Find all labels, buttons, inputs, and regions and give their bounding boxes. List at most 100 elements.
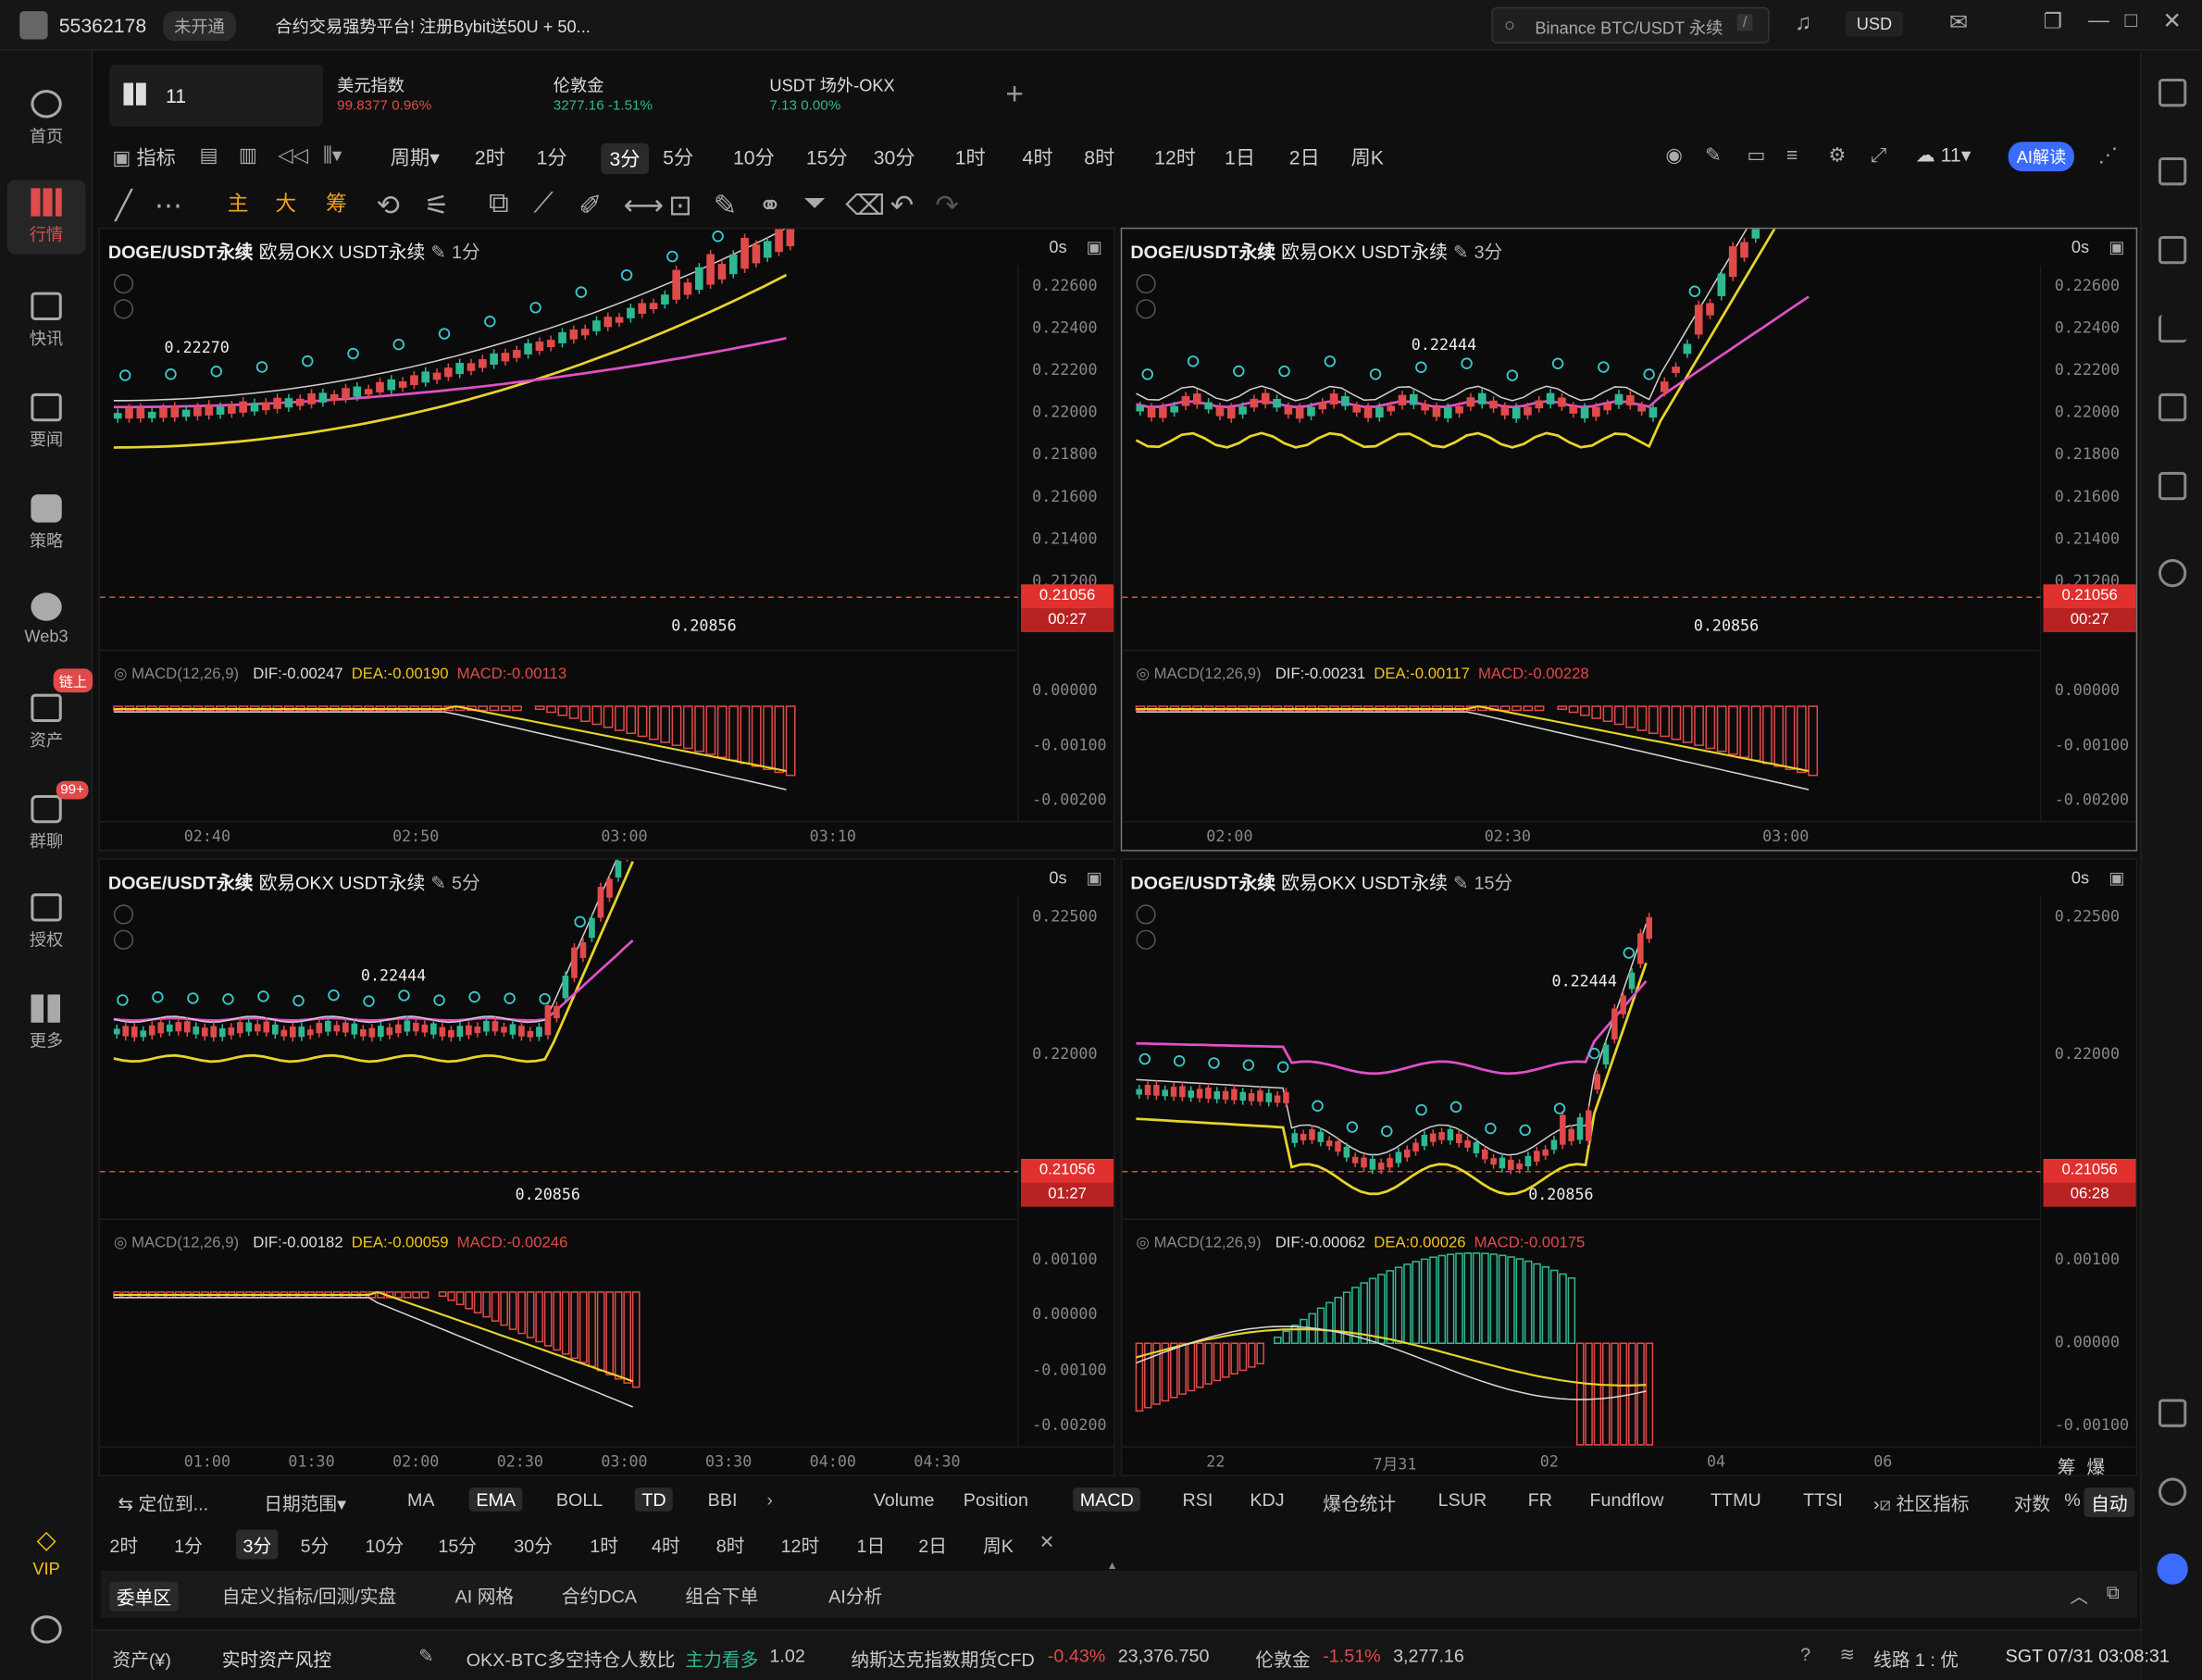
indicator-button[interactable]: ▣ 指标: [112, 143, 175, 171]
settings-icon[interactable]: ⚙: [1828, 143, 1846, 168]
interval-0[interactable]: 2时: [475, 143, 505, 171]
bottom-interval-8[interactable]: 4时: [652, 1531, 680, 1558]
compare-icon[interactable]: ▥: [239, 143, 257, 168]
tab-gold[interactable]: 伦敦金 3277.16 -1.51%: [554, 65, 750, 127]
bell-icon[interactable]: ♫: [1795, 11, 1811, 36]
chip-button[interactable]: 筹: [326, 188, 347, 218]
nav-settings[interactable]: [0, 1615, 93, 1649]
chart-canvas[interactable]: [99, 859, 1115, 1476]
main-indicator-0[interactable]: MA: [407, 1489, 435, 1511]
line-tool-icon[interactable]: ╱: [115, 188, 131, 223]
bottom-interval-4[interactable]: 10分: [365, 1531, 404, 1558]
sub-indicator-2[interactable]: MACD: [1073, 1487, 1141, 1512]
order-tab-2[interactable]: AI 网格: [455, 1582, 515, 1609]
expand-icon[interactable]: [1136, 929, 1156, 950]
sub-indicator-4[interactable]: KDJ: [1250, 1489, 1284, 1511]
nav-vip[interactable]: ◇ VIP: [0, 1525, 93, 1579]
avatar[interactable]: [19, 11, 48, 40]
community-indicator-button[interactable]: ›⧄ 社区指标: [1873, 1489, 1970, 1516]
sub-indicator-1[interactable]: Position: [964, 1489, 1028, 1511]
rewind-icon[interactable]: ◁◁: [278, 143, 308, 168]
order-tab-4[interactable]: 组合下单: [685, 1582, 758, 1609]
interval-13[interactable]: 周K: [1351, 143, 1384, 171]
macd-header[interactable]: ◎ MACD(12,26,9) DIF:-0.00182 DEA:-0.00059 M…: [114, 1233, 567, 1251]
network-line[interactable]: 线路 1 : 优: [1873, 1645, 1959, 1672]
interval-9[interactable]: 8时: [1084, 143, 1114, 171]
nasdaq-label[interactable]: 纳斯达克指数期货CFD: [851, 1645, 1034, 1672]
ai-interpret-button[interactable]: AI解读: [2008, 142, 2075, 172]
headset-icon[interactable]: [2158, 1477, 2187, 1506]
bottom-interval-10[interactable]: 12时: [781, 1531, 820, 1558]
chip-burst-toggle[interactable]: 筹 爆: [2058, 1452, 2105, 1475]
etf-icon[interactable]: [2158, 471, 2187, 501]
link-icon[interactable]: ⚭: [758, 188, 781, 223]
filter-icon[interactable]: ⏷: [803, 188, 826, 220]
sub-indicator-0[interactable]: Volume: [874, 1489, 935, 1511]
note-icon[interactable]: ✎: [714, 188, 737, 223]
list-icon[interactable]: ≡: [1786, 143, 1798, 166]
close-icon[interactable]: ✕: [2163, 7, 2182, 35]
eye-icon[interactable]: ◎: [114, 666, 131, 682]
pen-icon[interactable]: ✎: [1705, 143, 1722, 168]
risk-control-label[interactable]: 实时资产风控: [222, 1645, 331, 1672]
sub-indicator-7[interactable]: FR: [1528, 1489, 1552, 1511]
nav-headlines[interactable]: 要闻: [0, 392, 93, 451]
period-dropdown[interactable]: 周期▾: [391, 143, 440, 171]
chart-panel-3[interactable]: DOGE/USDT永续 欧易OKX USDT永续 ✎ 15分 0s ▣ 0.22500 0.2…: [1120, 858, 2138, 1476]
expand-icon[interactable]: ︿: [2070, 1582, 2088, 1609]
monitor-icon[interactable]: [2158, 392, 2187, 422]
close-icon[interactable]: ✕: [1039, 1531, 1055, 1553]
sub-indicator-3[interactable]: RSI: [1182, 1489, 1213, 1511]
bottom-interval-2[interactable]: 3分: [235, 1529, 279, 1560]
percent-toggle[interactable]: %: [2064, 1489, 2081, 1511]
nav-more[interactable]: 更多: [0, 994, 93, 1052]
undo-icon[interactable]: ↶: [890, 188, 914, 223]
mail-icon[interactable]: ✉: [1949, 8, 1968, 36]
more-tools-icon[interactable]: ⋯: [155, 188, 182, 223]
large-order-button[interactable]: 大: [275, 188, 296, 218]
nav-auth[interactable]: 授权: [0, 893, 93, 951]
interval-1[interactable]: 1分: [537, 143, 567, 171]
bottom-interval-7[interactable]: 1时: [590, 1531, 618, 1558]
dollar-icon[interactable]: [2158, 235, 2187, 265]
edit-icon[interactable]: ✎: [418, 1645, 434, 1667]
sub-indicator-9[interactable]: TTMU: [1711, 1489, 1761, 1511]
list-icon[interactable]: [2158, 78, 2187, 107]
macd-header[interactable]: ◎ MACD(12,26,9) DIF:-0.00247 DEA:-0.00190 M…: [114, 665, 566, 682]
bottom-interval-1[interactable]: 1分: [174, 1531, 203, 1558]
order-tab-1[interactable]: 自定义指标/回测/实盘: [222, 1582, 396, 1609]
interval-4[interactable]: 10分: [733, 143, 775, 171]
help-icon[interactable]: ?: [1800, 1644, 1810, 1665]
interval-12[interactable]: 2日: [1289, 143, 1320, 171]
bottom-interval-6[interactable]: 30分: [514, 1531, 553, 1558]
interval-2[interactable]: 3分: [601, 143, 649, 175]
nav-home[interactable]: 首页: [0, 90, 93, 147]
sub-indicator-10[interactable]: TTSI: [1803, 1489, 1843, 1511]
expand-icon[interactable]: [113, 299, 134, 319]
main-indicator-3[interactable]: TD: [634, 1487, 674, 1512]
layout-tab[interactable]: 11: [109, 64, 323, 127]
tab-usd-index[interactable]: 美元指数 99.8377 0.96%: [337, 65, 533, 127]
order-tab-5[interactable]: AI分析: [828, 1582, 882, 1609]
minimize-icon[interactable]: —: [2088, 8, 2109, 32]
chart-panel-1[interactable]: DOGE/USDT永续 欧易OKX USDT永续 ✎ 3分 0s ▣ 0.22600 0.22…: [1120, 227, 2138, 852]
chevron-right-icon[interactable]: ›: [766, 1489, 773, 1511]
bottom-interval-13[interactable]: 周K: [983, 1531, 1014, 1558]
auto-toggle[interactable]: 自动: [2084, 1487, 2135, 1517]
main-force-button[interactable]: 主: [228, 188, 249, 218]
maximize-icon[interactable]: □: [2125, 8, 2138, 32]
main-indicator-4[interactable]: BBI: [708, 1489, 738, 1511]
collapse-icon[interactable]: [1136, 904, 1156, 925]
bottom-interval-0[interactable]: 2时: [109, 1531, 138, 1558]
sync-icon[interactable]: ⟲: [377, 188, 400, 223]
sub-indicator-8[interactable]: Fundflow: [1589, 1489, 1663, 1511]
order-tab-3[interactable]: 合约DCA: [562, 1582, 637, 1609]
macd-header[interactable]: ◎ MACD(12,26,9) DIF:-0.00231 DEA:-0.00117 M…: [1136, 665, 1588, 682]
chart-panel-2[interactable]: DOGE/USDT永续 欧易OKX USDT永续 ✎ 5分 0s ▣ 0.22500 0.22…: [98, 858, 1115, 1476]
brush-icon[interactable]: ✐: [578, 188, 602, 223]
calendar-icon[interactable]: ▤: [199, 143, 218, 168]
interval-7[interactable]: 1时: [955, 143, 986, 171]
eye-icon[interactable]: ◎: [114, 1235, 131, 1251]
copy-icon[interactable]: ⧉: [489, 188, 509, 220]
orderbook-icon[interactable]: [2158, 156, 2187, 186]
